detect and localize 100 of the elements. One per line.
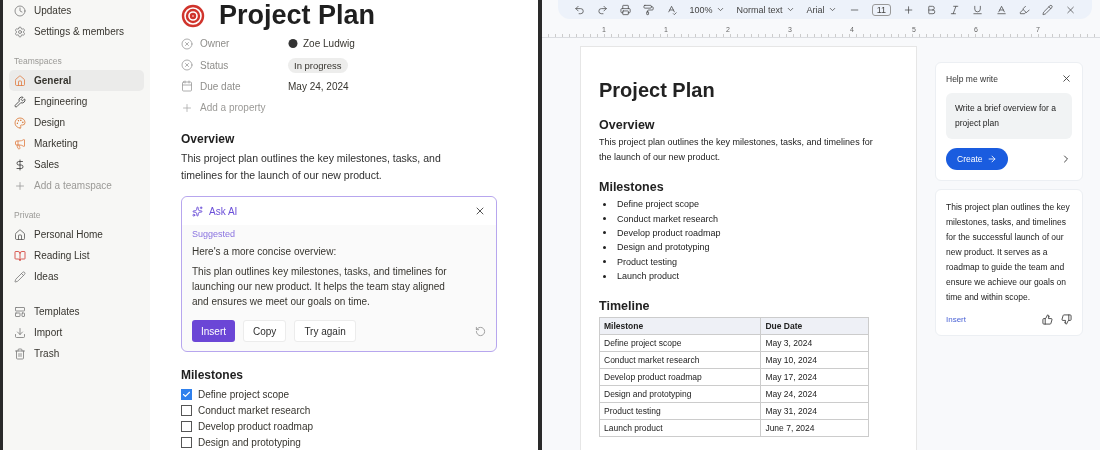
thumbs-down-icon[interactable]	[1061, 314, 1072, 325]
caret-icon	[785, 5, 795, 14]
property-icon	[181, 59, 193, 71]
text-color-icon[interactable]	[995, 3, 1007, 16]
section-heading: Overview	[599, 118, 656, 132]
sidebar-item-icon	[14, 95, 26, 108]
property-name: Due date	[200, 80, 241, 92]
property-value: May 24, 2024	[288, 80, 349, 92]
property-value: Zoe Ludwig	[303, 38, 355, 50]
action-button[interactable]: Copy	[243, 320, 287, 343]
overview-paragraph: This project plan outlines the key milestones, tasks, and timelines for the launch of our new product.	[181, 151, 442, 184]
bullet	[603, 231, 606, 235]
sidebar-item[interactable]: Personal Home	[9, 224, 144, 245]
sidebar-item[interactable]: General	[9, 70, 144, 91]
sidebar-item-icon	[14, 347, 26, 360]
result-text: This project plan outlines the key milestones, tasks, and timelines for the successful launch of our new product. It serves as a roadmap to guide the team and ensure we achieve our goals on time and within scope.	[946, 201, 1071, 304]
undo-icon[interactable]	[574, 3, 586, 16]
spellcheck-icon[interactable]	[666, 3, 678, 16]
table-cell: Product testing	[599, 402, 761, 420]
table-cell: Conduct market research	[599, 351, 761, 369]
intro-text: Here's a more concise overview:	[192, 246, 338, 258]
property-name: Owner	[200, 38, 230, 50]
overview-paragraph: This project plan outlines the key milestones, tasks, and timelines for the launch of our new product.	[599, 136, 874, 164]
arrow-right-icon	[986, 154, 997, 164]
status-tag: In progress	[288, 57, 348, 73]
sidebar-item-icon	[14, 158, 26, 171]
italic-icon[interactable]	[949, 3, 961, 16]
card-title: Help me write	[946, 73, 998, 84]
checkbox[interactable]	[181, 420, 192, 432]
prompt-field[interactable]: Write a brief overview for a project plan	[946, 93, 1072, 139]
document-title: Project Plan	[599, 79, 716, 102]
list-item: Launch product	[617, 271, 680, 282]
action-button[interactable]: Try again	[294, 320, 356, 343]
style-dropdown[interactable]: Normal text	[736, 4, 795, 15]
section-heading: Timeline	[599, 299, 651, 314]
section-heading: Private	[13, 210, 42, 220]
checkbox[interactable]	[181, 404, 192, 416]
column-header: Due Date	[760, 317, 869, 335]
checkbox[interactable]	[181, 388, 192, 400]
bullet	[603, 202, 606, 206]
print-icon[interactable]	[620, 3, 632, 16]
milestone-text: Define project scope	[198, 388, 290, 400]
sidebar-item[interactable]: Design	[9, 112, 144, 133]
history-icon[interactable]	[475, 325, 486, 337]
page-title: Project Plan	[219, 0, 376, 31]
list-item: Design and prototyping	[617, 242, 710, 253]
caret-icon	[715, 5, 725, 14]
table-cell: May 31, 2024	[760, 402, 869, 420]
font-dropdown[interactable]: Arial	[806, 4, 837, 15]
milestone-text: Develop product roadmap	[198, 420, 314, 432]
table-cell: May 3, 2024	[760, 334, 869, 352]
sidebar-item[interactable]: Marketing	[9, 133, 144, 154]
sidebar-item[interactable]: Reading List	[9, 245, 144, 266]
highlighter-icon[interactable]	[1018, 3, 1030, 16]
section-heading: Milestones	[599, 180, 665, 194]
sidebar-item-icon	[14, 326, 26, 339]
column-header: Milestone	[599, 317, 761, 335]
font-size-field[interactable]: 11	[871, 3, 892, 16]
plus-icon[interactable]	[903, 3, 915, 16]
redo-icon[interactable]	[597, 3, 609, 16]
bold-icon[interactable]	[926, 3, 938, 16]
insert-button[interactable]: Insert	[192, 320, 235, 343]
sidebar-item[interactable]: Ideas	[9, 266, 144, 287]
section-heading: Milestones	[181, 368, 244, 383]
bullet	[603, 245, 606, 249]
underline-icon[interactable]	[972, 3, 984, 16]
thumbs-up-icon[interactable]	[1042, 314, 1053, 325]
section-heading: Overview	[181, 132, 236, 147]
sparkles-icon	[192, 205, 203, 217]
sidebar-item[interactable]: Engineering	[9, 91, 144, 112]
sidebar-item[interactable]: Sales	[9, 154, 144, 175]
create-button[interactable]: Create	[946, 148, 1008, 170]
property-name: Status	[200, 59, 229, 71]
close-icon[interactable]	[1061, 73, 1072, 84]
checkbox[interactable]	[181, 436, 192, 448]
caret-icon	[827, 5, 837, 14]
sidebar-item-icon	[14, 228, 26, 241]
zoom-dropdown[interactable]: 100%	[689, 4, 725, 15]
table-cell: Develop product roadmap	[599, 368, 761, 386]
sidebar-item[interactable]: Import	[9, 322, 144, 343]
table-cell: May 17, 2024	[760, 368, 869, 386]
sidebar-item[interactable]: Templates	[9, 301, 144, 322]
ask-ai-title: Ask AI	[209, 205, 238, 217]
list-item: Product testing	[617, 256, 678, 267]
sidebar-item[interactable]: Updates	[9, 0, 144, 21]
sidebar-item-icon	[14, 4, 26, 17]
sidebar-item[interactable]: Trash	[9, 343, 144, 364]
sidebar-item-icon	[14, 25, 26, 38]
avatar-icon	[288, 38, 298, 50]
table-cell: May 10, 2024	[760, 351, 869, 369]
pencil-icon[interactable]	[1041, 3, 1053, 16]
target-icon	[181, 3, 205, 28]
table-cell: May 24, 2024	[760, 385, 869, 403]
sidebar-item-icon	[14, 249, 26, 262]
sidebar-item[interactable]: Settings & members	[9, 21, 144, 42]
property-icon	[181, 37, 193, 50]
insert-link[interactable]: Insert	[946, 315, 966, 324]
property-icon	[181, 80, 193, 93]
bullet	[603, 274, 606, 278]
paint-format-icon[interactable]	[643, 3, 655, 16]
